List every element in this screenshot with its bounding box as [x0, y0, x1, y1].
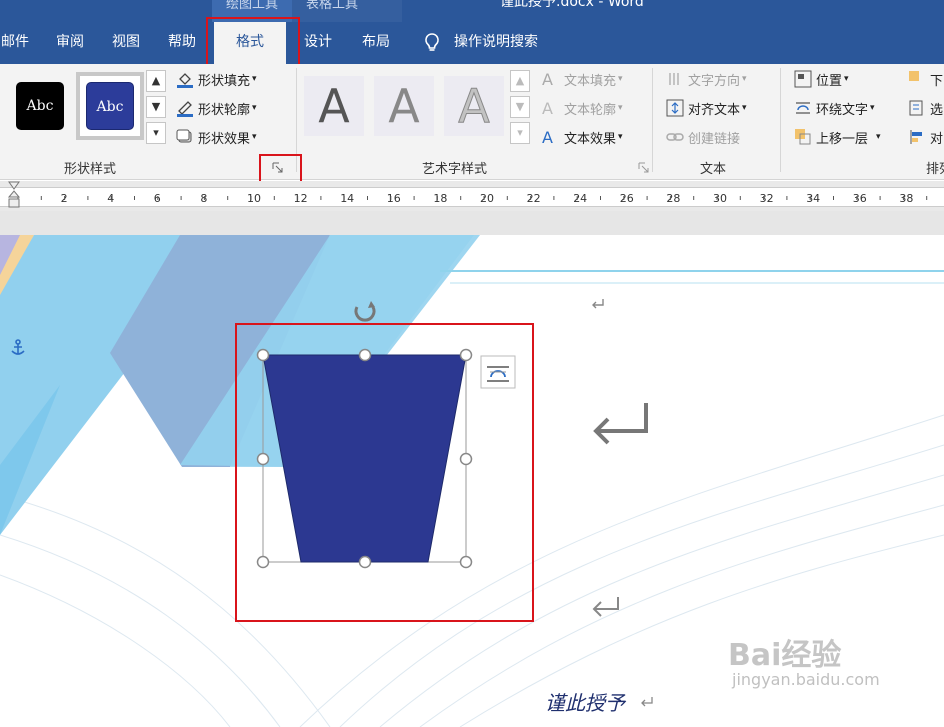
ruler-number: 20: [480, 192, 494, 205]
ribbon: Abc Abc ▲ ▼ ▾ 形状填充 ▾ 形状轮廓 ▾ 形状效果 ▾ 形状样式 A A…: [0, 64, 944, 180]
gallery-more-button[interactable]: ▾: [146, 122, 166, 144]
shape-fill-button[interactable]: 形状填充 ▾: [176, 68, 257, 90]
horizontal-ruler[interactable]: 2468101214161820222426283032343638: [0, 181, 944, 211]
ruler-number: 16: [387, 192, 401, 205]
search-label: 操作说明搜索: [454, 34, 538, 50]
ruler-number: 36: [853, 192, 867, 205]
wordart-gallery-more-button[interactable]: ▾: [510, 122, 530, 144]
tab-layout[interactable]: 布局: [350, 22, 402, 64]
ruler-number: 38: [899, 192, 913, 205]
ruler-ticks: 2468101214161820222426283032343638: [17, 192, 928, 205]
position-icon: [794, 70, 812, 88]
text-outline-button[interactable]: A 文本轮廓 ▾: [542, 97, 623, 119]
ruler-number: 26: [620, 192, 634, 205]
wordart-gallery-up-button[interactable]: ▲: [510, 70, 530, 92]
tab-review[interactable]: 审阅: [44, 22, 96, 64]
align-text-button[interactable]: 对齐文本 ▾: [666, 97, 747, 119]
watermark-main: Bai经验: [728, 638, 842, 673]
send-backward-button[interactable]: 下: [908, 68, 943, 90]
wrap-text-button[interactable]: 环绕文字 ▾: [794, 97, 875, 119]
wrap-text-icon: [794, 99, 812, 117]
text-direction-icon: [666, 70, 684, 88]
bring-forward-button[interactable]: 上移一层 ▾: [794, 126, 881, 148]
separator: [652, 68, 653, 172]
shape-effects-icon: [176, 128, 194, 146]
text-effects-icon: A: [542, 128, 553, 147]
shape-style-blue[interactable]: Abc: [86, 82, 134, 130]
wordart-style-2[interactable]: A: [374, 76, 434, 136]
tab-mailings[interactable]: 邮件: [0, 22, 30, 64]
text-fill-icon: A: [542, 70, 553, 89]
align-objects-icon: [908, 128, 926, 146]
gallery-up-button[interactable]: ▲: [146, 70, 166, 92]
watermark-sub: jingyan.baidu.com: [732, 670, 880, 689]
separator: [780, 68, 781, 172]
bring-forward-icon: [794, 128, 812, 146]
selection-pane-icon: [908, 99, 926, 117]
paint-bucket-icon: [176, 70, 194, 88]
tab-stop-selector-icon[interactable]: [7, 181, 21, 211]
title-bar: 绘图工具 表格工具 谨此授予.docx - Word: [0, 0, 944, 22]
ruler-number: 14: [340, 192, 354, 205]
document-body-text[interactable]: 谨此授予: [545, 687, 625, 716]
group-label-wordart-styles: 艺术字样式: [422, 162, 488, 177]
text-effects-button[interactable]: A 文本效果 ▾: [542, 126, 623, 148]
highlight-selected-shape: [235, 323, 534, 622]
group-label-shape-styles: 形状样式: [64, 162, 117, 177]
group-label-text: 文本: [700, 162, 727, 177]
position-button[interactable]: 位置 ▾: [794, 68, 849, 90]
document-page[interactable]: 谨此授予 Bai经验 jingyan.baidu.com: [0, 235, 944, 727]
text-direction-button[interactable]: 文字方向 ▾: [666, 68, 747, 90]
wordart-dialog-launcher-icon[interactable]: [638, 162, 650, 174]
send-backward-icon: [908, 70, 926, 88]
ruler-number: 18: [433, 192, 447, 205]
tab-view[interactable]: 视图: [100, 22, 152, 64]
wordart-gallery-down-button[interactable]: ▼: [510, 96, 530, 118]
link-icon: [666, 128, 684, 146]
ruler-number: 30: [713, 192, 727, 205]
shape-outline-button[interactable]: 形状轮廓 ▾: [176, 97, 257, 119]
context-tab-table-tools: 表格工具: [292, 0, 402, 22]
shape-effects-button[interactable]: 形状效果 ▾: [176, 126, 257, 148]
watermark: Bai经验 jingyan.baidu.com: [728, 630, 880, 689]
text-outline-icon: A: [542, 99, 553, 118]
document-title: 谨此授予.docx - Word: [500, 0, 644, 10]
text-fill-button[interactable]: A 文本填充 ▾: [542, 68, 623, 90]
ruler-number: 12: [294, 192, 308, 205]
gallery-down-button[interactable]: ▼: [146, 96, 166, 118]
ruler-number: 10: [247, 192, 261, 205]
tab-help[interactable]: 帮助: [156, 22, 208, 64]
align-objects-button[interactable]: 对: [908, 126, 943, 148]
pen-icon: [176, 99, 194, 117]
ruler-number: 28: [666, 192, 680, 205]
group-label-arrange: 排列: [926, 162, 944, 177]
wordart-style-3[interactable]: A: [444, 76, 504, 136]
ribbon-tab-bar: 邮件 审阅 视图 帮助 格式 设计 布局 操作说明搜索: [0, 22, 944, 64]
create-link-button[interactable]: 创建链接: [666, 126, 740, 148]
ruler-number: 32: [760, 192, 774, 205]
page-gap: [0, 211, 944, 235]
wordart-style-1[interactable]: A: [304, 76, 364, 136]
shape-style-black[interactable]: Abc: [16, 82, 64, 130]
ruler-number: 24: [573, 192, 587, 205]
align-text-icon: [666, 99, 684, 117]
ruler-number: 22: [527, 192, 541, 205]
lightbulb-icon: [425, 33, 439, 51]
ruler-number: 34: [806, 192, 820, 205]
selection-pane-button[interactable]: 选: [908, 97, 943, 119]
